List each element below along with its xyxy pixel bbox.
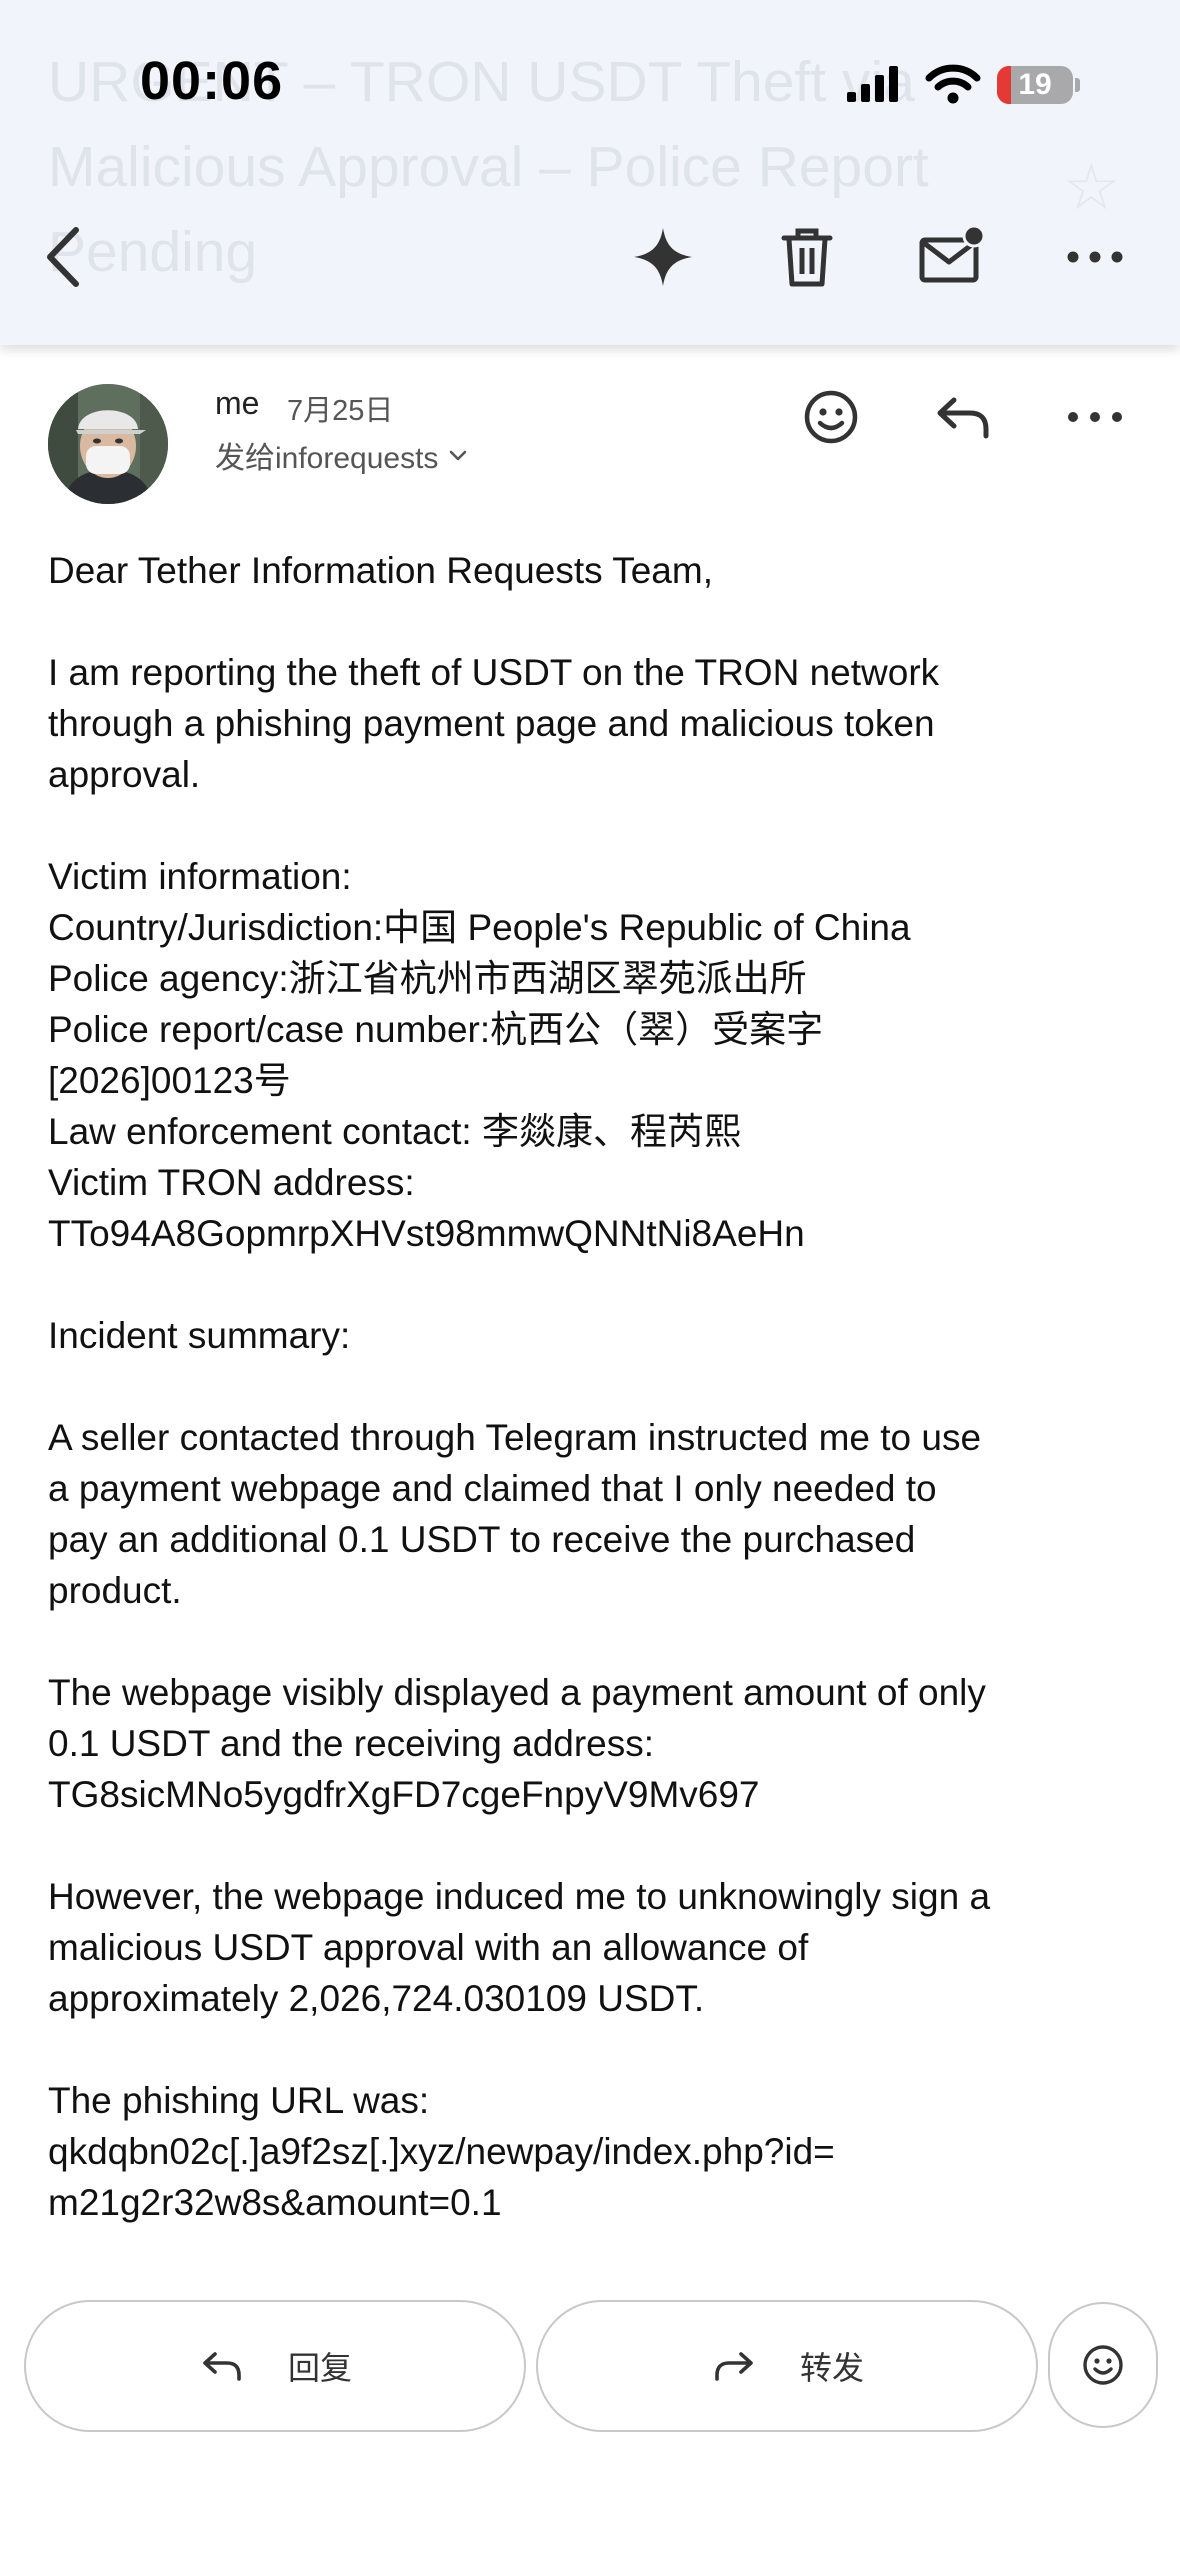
email-header: URGENT – TRON USDT Theft via Malicious A… <box>0 0 1180 345</box>
more-icon[interactable] <box>1062 384 1128 450</box>
email-body: Dear Tether Information Requests Team, I … <box>48 545 1138 2228</box>
body-line: qkdqbn02c[.]a9f2sz[.]xyz/newpay/index.ph… <box>48 2131 835 2172</box>
mark-unread-icon[interactable] <box>916 222 986 292</box>
body-line: approximately 2,026,724.030109 USDT. <box>48 1978 705 2019</box>
body-line: Dear Tether Information Requests Team, <box>48 550 713 591</box>
body-line: Law enforcement contact: 李燚康、程芮熙 <box>48 1111 741 1152</box>
smiley-icon[interactable] <box>798 384 864 450</box>
avatar[interactable] <box>48 384 168 504</box>
emoji-reaction-button[interactable] <box>1048 2302 1158 2428</box>
body-line: TG8sicMNo5ygdfrXgFD7cgeFnpyV9Mv697 <box>48 1774 760 1815</box>
signal-icon <box>847 66 898 102</box>
trash-icon[interactable] <box>772 222 842 292</box>
battery-icon: 19 <box>997 66 1073 104</box>
body-line: malicious USDT approval with an allowanc… <box>48 1927 809 1968</box>
recipient-label: 发给inforequests <box>215 442 439 475</box>
body-line: product. <box>48 1570 182 1611</box>
battery-percentage: 19 <box>1018 68 1052 101</box>
body-line: A seller contacted through Telegram inst… <box>48 1417 982 1458</box>
sent-date: 7月25日 <box>287 395 394 427</box>
more-icon[interactable] <box>1060 222 1130 292</box>
body-line: TTo94A8GopmrpXHVst98mmwQNNtNi8AeHn <box>48 1213 805 1254</box>
body-line: Incident summary: <box>48 1315 351 1356</box>
body-line: 0.1 USDT and the receiving address: <box>48 1723 655 1764</box>
forward-icon <box>715 2352 753 2381</box>
body-line: Victim TRON address: <box>48 1162 415 1203</box>
chevron-down-icon <box>450 450 467 461</box>
body-line: I am reporting the theft of USDT on the … <box>48 652 940 693</box>
body-line: The phishing URL was: <box>48 2080 430 2121</box>
reply-button[interactable]: 回复 <box>24 2300 526 2432</box>
body-line: a payment webpage and claimed that I onl… <box>48 1468 937 1509</box>
body-line: The webpage visibly displayed a payment … <box>48 1672 986 1713</box>
body-line: Country/Jurisdiction:中国 People's Republi… <box>48 907 911 948</box>
forward-button[interactable]: 转发 <box>536 2300 1038 2432</box>
reply-icon[interactable] <box>930 384 996 450</box>
avatar-photo <box>48 384 168 504</box>
body-line: m21g2r32w8s&amount=0.1 <box>48 2182 502 2223</box>
body-line: However, the webpage induced me to unkno… <box>48 1876 991 1917</box>
body-line: Police report/case number:杭西公（翠）受案字 <box>48 1009 824 1050</box>
sender-name: me <box>215 385 260 421</box>
reply-button-label: 回复 <box>287 2350 352 2386</box>
body-line: Police agency:浙江省杭州市西湖区翠苑派出所 <box>48 958 807 999</box>
sparkle-icon[interactable] <box>628 222 698 292</box>
body-line: [2026]00123号 <box>48 1060 291 1101</box>
wifi-icon <box>925 64 981 104</box>
forward-button-label: 转发 <box>799 2350 864 2386</box>
reply-icon <box>203 2352 241 2381</box>
status-time: 00:06 <box>140 51 284 111</box>
body-line: Victim information: <box>48 856 352 897</box>
battery-tip <box>1075 78 1080 92</box>
recipient-details-toggle[interactable]: 发给inforequests <box>215 433 470 477</box>
body-line: approval. <box>48 754 201 795</box>
smiley-icon <box>1083 2345 1123 2385</box>
body-line: through a phishing payment page and mali… <box>48 703 935 744</box>
body-line: pay an additional 0.1 USDT to receive th… <box>48 1519 916 1560</box>
back-icon[interactable] <box>30 222 100 292</box>
star-icon[interactable]: ☆ <box>1063 150 1120 225</box>
